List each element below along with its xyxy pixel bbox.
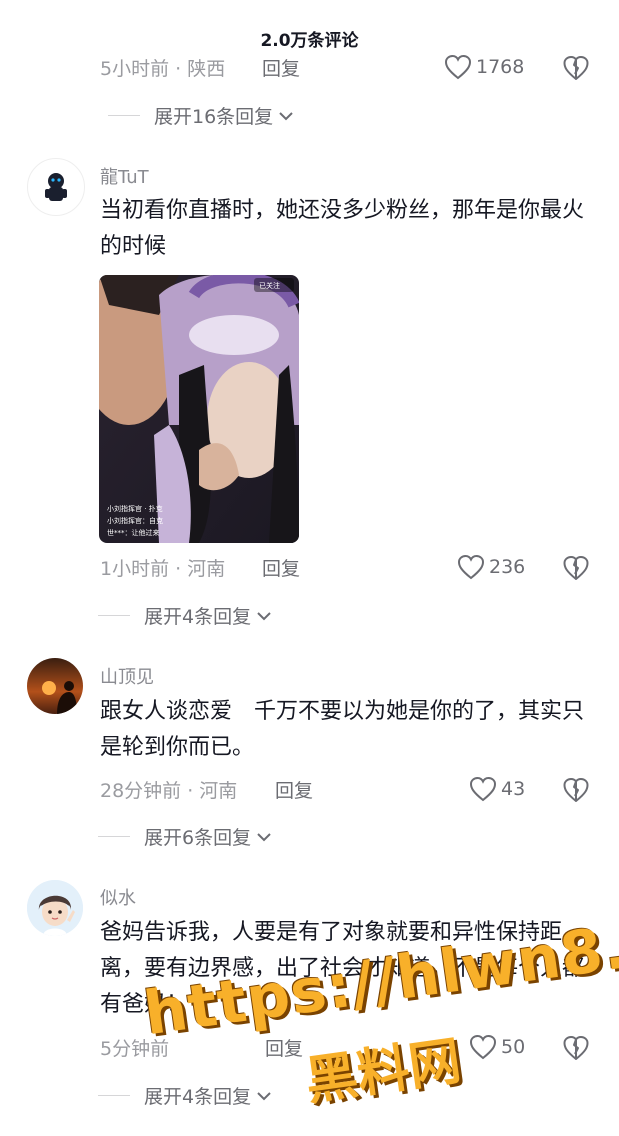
watermark-logo: 黑料网 — [301, 1031, 465, 1113]
expand-replies-button[interactable]: 展开4条回复 — [98, 602, 273, 629]
comment-meta-1: 1小时前 · 河南 回复 236 — [0, 554, 619, 584]
image-chat-3: 世***：让他过来 — [107, 528, 160, 537]
image-chat-1: 小刘指挥官 · 扑克 — [107, 504, 163, 513]
expand-label: 展开4条回复 — [144, 606, 252, 628]
heart-outline-icon — [469, 1034, 497, 1060]
expand-replies-button[interactable]: 展开4条回复 — [98, 1082, 273, 1109]
avatar[interactable] — [27, 880, 83, 936]
chevron-down-icon — [257, 1091, 271, 1100]
avatar[interactable] — [27, 658, 83, 714]
comments-count-title: 2.0万条评论 — [260, 31, 359, 51]
like-count: 43 — [501, 778, 526, 800]
avatar-image — [45, 173, 67, 201]
avatar-image — [27, 880, 83, 936]
chevron-down-icon — [279, 111, 293, 120]
broken-heart-icon[interactable] — [563, 1035, 589, 1061]
heart-outline-icon — [469, 776, 497, 802]
avatar[interactable] — [27, 158, 85, 216]
chevron-down-icon — [257, 832, 271, 841]
chevron-down-icon — [257, 611, 271, 620]
like-button[interactable]: 50 — [469, 1034, 525, 1060]
comment-author[interactable]: 似水 — [100, 884, 136, 910]
broken-heart-icon[interactable] — [563, 777, 589, 803]
comment-time: 1小时前 · 河南 — [100, 558, 226, 580]
like-button[interactable]: 43 — [469, 776, 525, 802]
comment-meta-0: 5小时前 · 陕西 回复 1768 — [0, 54, 619, 84]
comment-time: 28分钟前 · 河南 — [100, 780, 238, 802]
divider — [98, 1095, 130, 1096]
like-count: 50 — [501, 1036, 526, 1058]
avatar-image — [27, 658, 83, 714]
heart-outline-icon — [457, 554, 485, 580]
comment-author[interactable]: 山顶见 — [100, 663, 154, 689]
reply-button[interactable]: 回复 — [265, 1034, 303, 1061]
comment-author[interactable]: 龍TuT — [100, 163, 149, 189]
like-count: 1768 — [476, 56, 525, 78]
livestream-screenshot: 已关注 小刘指挥官 · 扑克 小刘指挥官：自克 世***：让他过来 — [99, 275, 299, 543]
expand-replies-button[interactable]: 展开16条回复 — [108, 102, 295, 129]
comment-text: 当初看你直播时，她还没多少粉丝，那年是你最火的时候 — [100, 198, 585, 259]
like-button[interactable]: 236 — [457, 554, 525, 580]
like-button[interactable]: 1768 — [444, 54, 524, 80]
heart-outline-icon — [444, 54, 472, 80]
reply-button[interactable]: 回复 — [262, 54, 300, 81]
expand-label: 展开6条回复 — [144, 827, 252, 849]
broken-heart-icon[interactable] — [563, 55, 589, 81]
comment-text: 跟女人谈恋爱 千万不要以为她是你的了，其实只是轮到你而已。 — [100, 699, 585, 760]
reply-button[interactable]: 回复 — [262, 554, 300, 581]
expand-label: 展开16条回复 — [154, 106, 274, 128]
image-chat-2: 小刘指挥官：自克 — [107, 516, 163, 525]
like-count: 236 — [489, 556, 526, 578]
comment-image[interactable]: 已关注 小刘指挥官 · 扑克 小刘指挥官：自克 世***：让他过来 — [99, 275, 299, 543]
divider — [98, 615, 130, 616]
divider — [98, 836, 130, 837]
divider — [108, 115, 140, 116]
reply-button[interactable]: 回复 — [275, 776, 313, 803]
image-badge: 已关注 — [259, 281, 280, 290]
comment-time: 5小时前 · 陕西 — [100, 58, 226, 80]
broken-heart-icon[interactable] — [563, 555, 589, 581]
expand-replies-button[interactable]: 展开6条回复 — [98, 823, 273, 850]
expand-label: 展开4条回复 — [144, 1086, 252, 1108]
comment-meta-2: 28分钟前 · 河南 回复 43 — [0, 776, 619, 806]
